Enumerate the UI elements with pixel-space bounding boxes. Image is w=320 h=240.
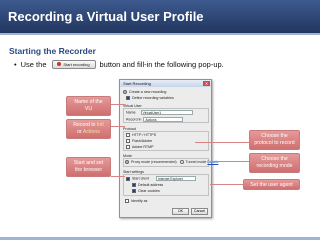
- callout-name-vu-line2: VU: [84, 105, 93, 112]
- slide-title: Recording a Virtual User Profile: [8, 9, 204, 24]
- connector-record-in: [111, 126, 125, 127]
- start-recording-label: Start recording: [63, 61, 90, 67]
- mode-radio-1[interactable]: [125, 160, 129, 165]
- callout-mode-line2: recording mode: [256, 162, 293, 169]
- create-new-option[interactable]: Create a new recording: [123, 90, 167, 95]
- title-underline: [0, 33, 320, 35]
- dialog-title: Start Recording: [123, 81, 151, 86]
- mode-radio-2[interactable]: [179, 160, 184, 165]
- identify-row[interactable]: Identify as: [125, 199, 148, 204]
- ok-button[interactable]: OK: [172, 208, 189, 215]
- start-client-label: Start client: [132, 176, 149, 181]
- start-option-label-1: Default address: [138, 183, 164, 187]
- name-field[interactable]: VirtualUser1: [140, 110, 193, 115]
- protocol-check-2[interactable]: [126, 139, 130, 144]
- start-option-label-2: Clear cookies: [138, 189, 160, 193]
- callout-mode: Choose the recording mode: [249, 153, 300, 173]
- dialog-titlebar: Start Recording ✕: [120, 80, 211, 87]
- callout-record-in-init: Init: [96, 122, 104, 128]
- protocol-option-3[interactable]: Adobe RTMP: [126, 145, 154, 150]
- connector-name: [111, 104, 125, 105]
- callout-record-in-text2: or: [77, 128, 82, 135]
- bullet-prefix: Use the: [20, 59, 47, 69]
- define-label: Define recording variables: [132, 96, 174, 100]
- start-recording-dialog: Start Recording ✕ Create a new recording…: [119, 79, 218, 218]
- bullet-dot: •: [14, 59, 17, 69]
- mode-label-2: Tunnel mode: [185, 160, 207, 164]
- protocol-label-3: Adobe RTMP: [132, 145, 154, 149]
- create-radio[interactable]: [123, 90, 127, 95]
- callout-user-agent: Set the user agent: [243, 179, 300, 190]
- browser-select[interactable]: Internet Explorer: [155, 176, 196, 181]
- protocol-label-2: Flash/Adobe: [132, 139, 153, 143]
- start-option-check-1[interactable]: [132, 183, 136, 188]
- callout-user-agent-line1: Set the user agent: [250, 182, 293, 188]
- protocol-option-1[interactable]: HTTP / HTTPS: [126, 133, 157, 138]
- callout-protocol: Choose the protocol to record: [249, 130, 300, 150]
- callout-record-in-line2: or Actions: [67, 129, 110, 136]
- mode-label-1: Proxy mode (recommended): [131, 160, 177, 164]
- protocol-check-3[interactable]: [126, 145, 130, 150]
- start-option-1[interactable]: Default address: [132, 183, 164, 188]
- protocol-option-2[interactable]: Flash/Adobe: [126, 139, 153, 144]
- protocol-check-1[interactable]: [126, 133, 130, 138]
- start-client-check[interactable]: [126, 176, 130, 181]
- callout-record-in-actions: Actions: [82, 128, 100, 135]
- slide-title-bar: Recording a Virtual User Profile: [0, 0, 320, 35]
- record-in-select[interactable]: Actions: [143, 117, 184, 122]
- connector-start: [111, 176, 125, 177]
- start-option-check-2[interactable]: [132, 189, 136, 194]
- cancel-button[interactable]: Cancel: [191, 208, 208, 215]
- close-icon[interactable]: ✕: [203, 81, 210, 86]
- start-option-2[interactable]: Clear cookies: [132, 189, 160, 194]
- callout-record-in: Record in Init or Actions: [66, 119, 111, 139]
- connector-mode: [210, 161, 249, 162]
- callout-record-in-text1: Record in: [73, 122, 96, 128]
- identify-label: Identify as: [131, 199, 148, 203]
- mode-row: Proxy mode (recommended) Tunnel mode Det…: [125, 160, 218, 165]
- start-recording-button[interactable]: Start recording: [51, 59, 96, 69]
- name-label: Name: [126, 110, 136, 115]
- connector-protocol: [195, 142, 249, 143]
- bullet-suffix: button and fill-in the following pop-up.: [99, 59, 224, 69]
- identify-check[interactable]: [125, 199, 129, 204]
- record-icon: [57, 62, 62, 67]
- callout-start-line2: the browser: [74, 166, 103, 173]
- callout-protocol-line2: protocol to record: [254, 139, 295, 146]
- record-in-label: Record in: [126, 117, 142, 122]
- define-variables-option[interactable]: Define recording variables: [126, 96, 174, 101]
- define-check[interactable]: [126, 96, 130, 101]
- start-client-row: Start client Internet Explorer: [126, 176, 196, 181]
- callout-name-vu: Name of the VU: [66, 96, 111, 116]
- callout-start-browser: Start and set the browser: [66, 157, 111, 177]
- record-in-row: Record in Actions: [126, 117, 184, 122]
- protocol-label-1: HTTP / HTTPS: [132, 133, 157, 137]
- name-row: Name VirtualUser1: [126, 110, 193, 115]
- section-heading: Starting the Recorder: [9, 46, 96, 56]
- bullet-instruction: • Use the Start recording button and fil…: [14, 58, 224, 70]
- create-label: Create a new recording: [129, 90, 167, 94]
